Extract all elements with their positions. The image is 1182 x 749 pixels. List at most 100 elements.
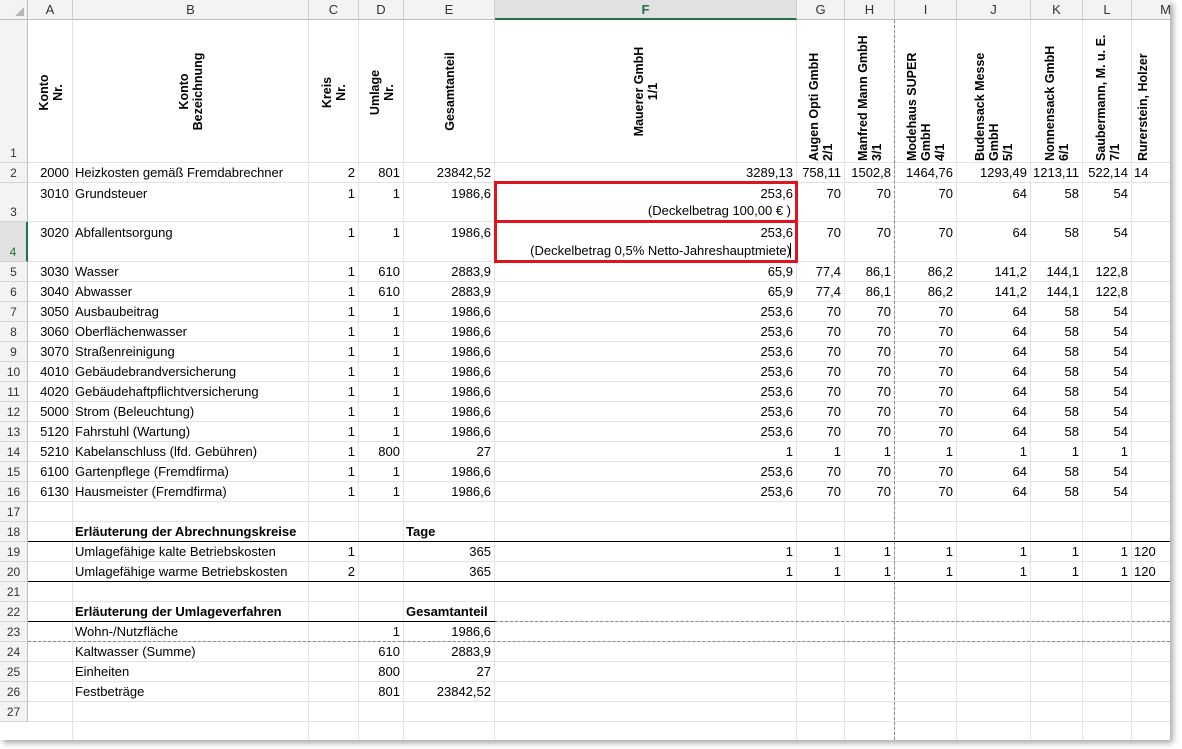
cell-e12[interactable]: 1986,6 — [406, 404, 491, 420]
cell-c19[interactable]: 1 — [311, 544, 355, 560]
cell-l15[interactable]: 54 — [1085, 464, 1128, 480]
row-header-5[interactable]: 5 — [0, 262, 28, 282]
column-header-f[interactable]: F — [495, 0, 797, 20]
cell-e7[interactable]: 1986,6 — [406, 304, 491, 320]
cell-k19[interactable]: 1 — [1033, 544, 1079, 560]
cell-h3[interactable]: 70 — [847, 186, 891, 202]
cell-j6[interactable]: 141,2 — [959, 284, 1027, 300]
cell-d15[interactable]: 1 — [361, 464, 400, 480]
cell-m20[interactable]: 120 — [1134, 564, 1170, 580]
column-header-j[interactable]: J — [957, 0, 1031, 20]
cell-e15[interactable]: 1986,6 — [406, 464, 491, 480]
cell-f5[interactable]: 65,9 — [497, 264, 793, 280]
column-header-h[interactable]: H — [845, 0, 895, 20]
row-header-24[interactable]: 24 — [0, 642, 28, 662]
cell-k14[interactable]: 1 — [1033, 444, 1079, 460]
cell-a8[interactable]: 3060 — [30, 324, 69, 340]
cell-k9[interactable]: 58 — [1033, 344, 1079, 360]
cell-e3[interactable]: 1986,6 — [406, 186, 491, 202]
cell-a9[interactable]: 3070 — [30, 344, 69, 360]
cell-l8[interactable]: 54 — [1085, 324, 1128, 340]
row-header-2[interactable]: 2 — [0, 163, 28, 183]
cell-h7[interactable]: 70 — [847, 304, 891, 320]
cell-i2[interactable]: 1464,76 — [897, 165, 953, 181]
cell-j15[interactable]: 64 — [959, 464, 1027, 480]
cell-h2[interactable]: 1502,8 — [847, 165, 891, 181]
row-header-1[interactable]: 1 — [0, 20, 28, 163]
cell-c16[interactable]: 1 — [311, 484, 355, 500]
cell-a15[interactable]: 6100 — [30, 464, 69, 480]
row-header-3[interactable]: 3 — [0, 183, 28, 222]
cell-i5[interactable]: 86,2 — [897, 264, 953, 280]
cell-b14[interactable]: Kabelanschluss (lfd. Gebühren) — [75, 444, 305, 460]
cell-a13[interactable]: 5120 — [30, 424, 69, 440]
cell-d23[interactable]: 1 — [361, 624, 400, 640]
cell-k7[interactable]: 58 — [1033, 304, 1079, 320]
row-header-16[interactable]: 16 — [0, 482, 28, 502]
cell-h9[interactable]: 70 — [847, 344, 891, 360]
row-header-21[interactable]: 21 — [0, 582, 28, 602]
cell-b12[interactable]: Strom (Beleuchtung) — [75, 404, 305, 420]
cell-h6[interactable]: 86,1 — [847, 284, 891, 300]
cell-c3[interactable]: 1 — [311, 186, 355, 202]
cell-f9[interactable]: 253,6 — [497, 344, 793, 360]
cell-d25[interactable]: 800 — [361, 664, 400, 680]
cell-l14[interactable]: 1 — [1085, 444, 1128, 460]
cell-d26[interactable]: 801 — [361, 684, 400, 700]
cell-m19[interactable]: 120 — [1134, 544, 1170, 560]
cell-f13[interactable]: 253,6 — [497, 424, 793, 440]
cell-h14[interactable]: 1 — [847, 444, 891, 460]
cell-j13[interactable]: 64 — [959, 424, 1027, 440]
cell-i15[interactable]: 70 — [897, 464, 953, 480]
row-header-20[interactable]: 20 — [0, 562, 28, 582]
cell-h13[interactable]: 70 — [847, 424, 891, 440]
cell-f7[interactable]: 253,6 — [497, 304, 793, 320]
cell-b20[interactable]: Umlagefähige warme Betriebskosten — [75, 564, 305, 580]
cell-i8[interactable]: 70 — [897, 324, 953, 340]
row-header-26[interactable]: 26 — [0, 682, 28, 702]
cell-i13[interactable]: 70 — [897, 424, 953, 440]
cell-i19[interactable]: 1 — [897, 544, 953, 560]
cell-g15[interactable]: 70 — [799, 464, 841, 480]
cell-d2[interactable]: 801 — [361, 165, 400, 181]
cell-a3[interactable]: 3010 — [30, 186, 69, 202]
cell-e26[interactable]: 23842,52 — [406, 684, 491, 700]
cell-j2[interactable]: 1293,49 — [959, 165, 1027, 181]
cell-b9[interactable]: Straßenreinigung — [75, 344, 305, 360]
cell-d13[interactable]: 1 — [361, 424, 400, 440]
cell-a7[interactable]: 3050 — [30, 304, 69, 320]
row-header-8[interactable]: 8 — [0, 322, 28, 342]
cell-g20[interactable]: 1 — [799, 564, 841, 580]
cell-l20[interactable]: 1 — [1085, 564, 1128, 580]
cell-c13[interactable]: 1 — [311, 424, 355, 440]
cell-f12[interactable]: 253,6 — [497, 404, 793, 420]
column-header-a[interactable]: A — [28, 0, 73, 20]
cell-d7[interactable]: 1 — [361, 304, 400, 320]
cell-j3[interactable]: 64 — [959, 186, 1027, 202]
cell-g9[interactable]: 70 — [799, 344, 841, 360]
cell-k4[interactable]: 58 — [1033, 225, 1079, 241]
cell-e24[interactable]: 2883,9 — [406, 644, 491, 660]
cell-j10[interactable]: 64 — [959, 364, 1027, 380]
row-header-15[interactable]: 15 — [0, 462, 28, 482]
cell-h19[interactable]: 1 — [847, 544, 891, 560]
cell-j9[interactable]: 64 — [959, 344, 1027, 360]
cell-e6[interactable]: 2883,9 — [406, 284, 491, 300]
cell-j19[interactable]: 1 — [959, 544, 1027, 560]
cell-k15[interactable]: 58 — [1033, 464, 1079, 480]
cell-i12[interactable]: 70 — [897, 404, 953, 420]
cell-c15[interactable]: 1 — [311, 464, 355, 480]
cell-l3[interactable]: 54 — [1085, 186, 1128, 202]
row-header-6[interactable]: 6 — [0, 282, 28, 302]
row-header-14[interactable]: 14 — [0, 442, 28, 462]
cell-e23[interactable]: 1986,6 — [406, 624, 491, 640]
cell-c9[interactable]: 1 — [311, 344, 355, 360]
cell-k5[interactable]: 144,1 — [1033, 264, 1079, 280]
cell-c12[interactable]: 1 — [311, 404, 355, 420]
cell-b26[interactable]: Festbeträge — [75, 684, 305, 700]
cell-c14[interactable]: 1 — [311, 444, 355, 460]
column-header-i[interactable]: I — [895, 0, 957, 20]
cell-k10[interactable]: 58 — [1033, 364, 1079, 380]
cell-j4[interactable]: 64 — [959, 225, 1027, 241]
cell-e11[interactable]: 1986,6 — [406, 384, 491, 400]
